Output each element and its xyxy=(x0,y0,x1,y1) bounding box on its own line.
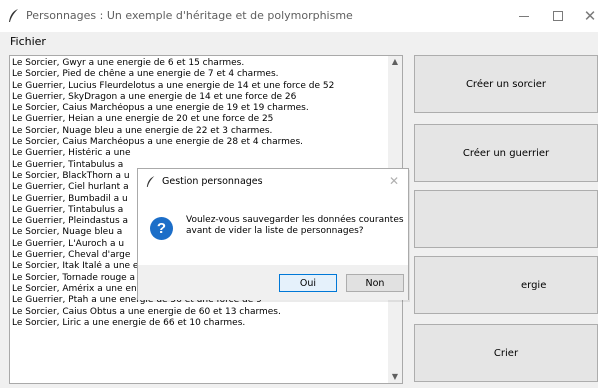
shout-label: Crier xyxy=(493,347,519,359)
window-title: Personnages : Un exemple d'héritage et d… xyxy=(26,9,353,22)
no-button[interactable]: Non xyxy=(346,274,404,292)
energy-button[interactable]: ergie xyxy=(414,256,598,314)
list-item[interactable]: Le Guerrier, Heian a une energie de 20 e… xyxy=(12,114,390,125)
dialog-message: Voulez-vous sauvegarder les données cour… xyxy=(186,215,404,236)
list-item[interactable]: Le Sorcier, Caius Marchéopus a une energ… xyxy=(12,103,390,114)
title-bar: Personnages : Un exemple d'héritage et d… xyxy=(0,0,598,32)
save-dialog: Gestion personnages ✕ ? Voulez-vous sauv… xyxy=(137,168,409,300)
list-item[interactable]: Le Sorcier, Caius Marchéopus a une energ… xyxy=(12,137,390,148)
energy-label: ergie xyxy=(521,279,547,291)
hidden-button[interactable] xyxy=(414,190,598,248)
feather-icon xyxy=(9,9,18,22)
minimize-icon xyxy=(519,15,529,17)
list-item[interactable]: Le Sorcier, Liric a une energie de 66 et… xyxy=(12,318,390,329)
list-item[interactable]: Le Guerrier, Lucius Fleurdelotus a une e… xyxy=(12,81,390,92)
menu-fichier[interactable]: Fichier xyxy=(10,35,46,48)
dialog-title-bar: Gestion personnages ✕ xyxy=(138,169,408,195)
list-item[interactable]: Le Guerrier, Histéric a une xyxy=(12,148,390,159)
question-icon: ? xyxy=(150,217,173,240)
list-item[interactable]: Le Sorcier, Gwyr a une energie de 6 et 1… xyxy=(12,58,390,69)
close-icon: ✕ xyxy=(583,7,597,25)
feather-icon xyxy=(146,176,155,187)
no-label: Non xyxy=(365,277,385,289)
create-warrior-button[interactable]: Créer un guerrier xyxy=(414,124,598,182)
dialog-close-icon[interactable]: ✕ xyxy=(384,172,404,190)
shout-button[interactable]: Crier xyxy=(414,324,598,382)
create-sorcerer-button[interactable]: Créer un sorcier xyxy=(414,55,598,113)
list-item[interactable]: Le Sorcier, Caius Obtus a une energie de… xyxy=(12,307,390,318)
list-item[interactable]: Le Sorcier, Pied de chêne a une energie … xyxy=(12,69,390,80)
menu-bar: Fichier xyxy=(0,32,598,52)
maximize-icon xyxy=(553,11,563,21)
scroll-down-icon[interactable]: ▼ xyxy=(391,373,399,381)
close-button[interactable]: ✕ xyxy=(570,0,598,32)
create-sorcerer-label: Créer un sorcier xyxy=(465,78,547,90)
list-item[interactable]: Le Sorcier, Nuage bleu a une energie de … xyxy=(12,126,390,137)
create-warrior-label: Créer un guerrier xyxy=(462,147,550,159)
yes-button[interactable]: Oui xyxy=(279,274,337,292)
dialog-body: ? Voulez-vous sauvegarder les données co… xyxy=(138,195,408,265)
list-item[interactable]: Le Guerrier, SkyDragon a une energie de … xyxy=(12,92,390,103)
dialog-footer: Oui Non xyxy=(138,265,408,300)
yes-label: Oui xyxy=(299,277,317,289)
scroll-up-icon[interactable]: ▲ xyxy=(391,58,399,66)
dialog-title: Gestion personnages xyxy=(162,176,263,187)
